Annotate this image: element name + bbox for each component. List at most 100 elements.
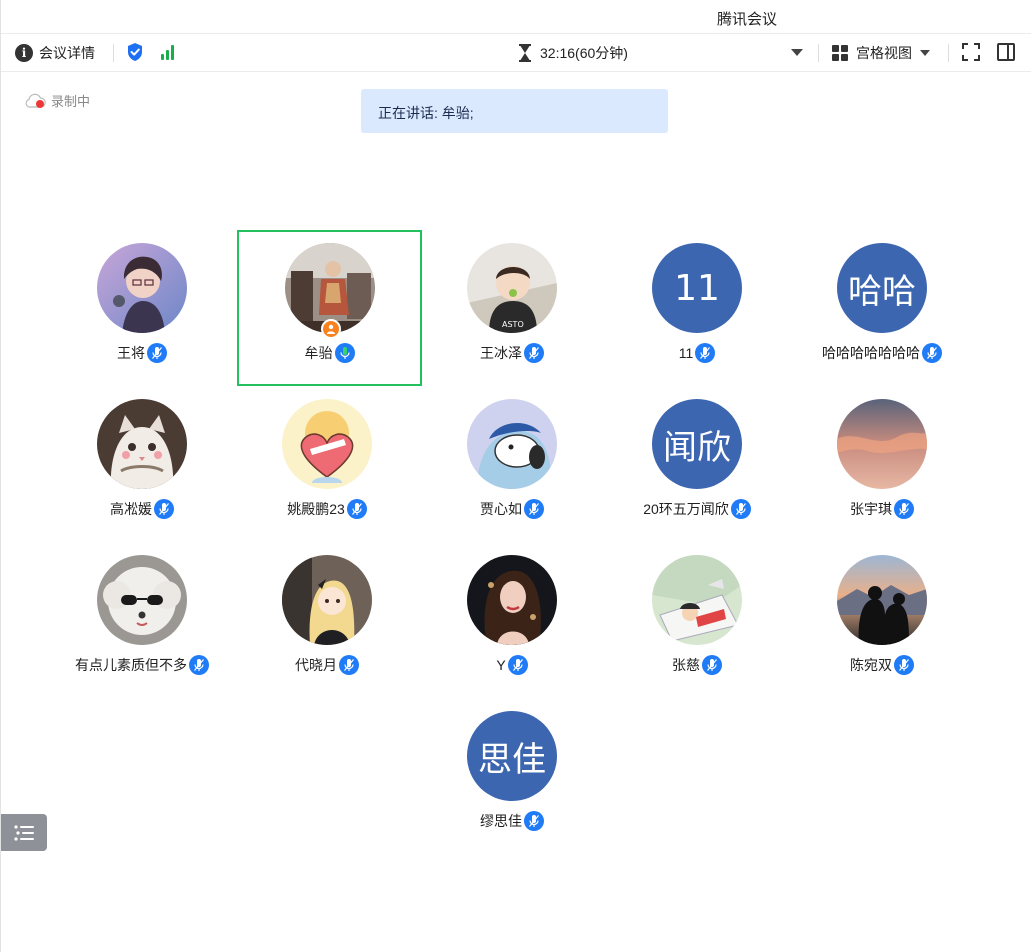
microphone-muted-icon[interactable]: [695, 343, 716, 363]
participant-tile[interactable]: 有点儿素质但不多: [52, 543, 232, 693]
participant-name: Y: [496, 657, 506, 673]
participant-avatar: [282, 555, 372, 645]
active-speaker-banner: 正在讲话: 牟骀;: [361, 89, 668, 133]
meeting-window: 腾讯会议 i 会议详情 32:16(60分钟) 宫格视图 录制中 正在讲话: 牟…: [0, 0, 1031, 952]
participant-name: 王将: [117, 345, 145, 361]
participant-name-row: 王将: [52, 343, 232, 363]
participant-tile[interactable]: 陈宛双: [792, 543, 972, 693]
participant-list-toggle-button[interactable]: [1, 814, 47, 851]
toolbar-divider: [818, 44, 819, 62]
active-speaker-text: 正在讲话: 牟骀;: [378, 105, 474, 121]
top-toolbar: i 会议详情 32:16(60分钟) 宫格视图: [1, 34, 1031, 72]
participant-tile[interactable]: 闻欣 20环五万闻欣: [607, 387, 787, 537]
participant-name: 牟骀: [304, 345, 333, 361]
grid-view-icon: [832, 45, 848, 61]
participant-tile[interactable]: 11 11: [607, 231, 787, 381]
toolbar-divider: [113, 44, 114, 62]
security-shield-icon[interactable]: [126, 42, 144, 62]
microphone-muted-icon[interactable]: [894, 655, 914, 675]
participant-avatar: [467, 399, 557, 489]
microphone-active-icon[interactable]: [334, 343, 355, 363]
participant-name-row: 20环五万闻欣: [607, 499, 787, 519]
window-title: 腾讯会议: [717, 11, 778, 28]
participant-tile[interactable]: 哈哈 哈哈哈哈哈哈哈: [792, 231, 972, 381]
cloud-record-icon: [25, 93, 47, 109]
participant-avatar: [467, 555, 557, 645]
microphone-muted-icon[interactable]: [147, 343, 167, 363]
participant-tile[interactable]: 思佳 缪思佳: [422, 699, 602, 849]
microphone-muted-icon[interactable]: [524, 343, 544, 363]
fullscreen-icon: [962, 43, 980, 61]
microphone-muted-icon[interactable]: [346, 499, 367, 519]
microphone-muted-icon[interactable]: [922, 343, 942, 363]
participant-name-row: 张宇琪: [792, 499, 972, 519]
participant-avatar-initials: 闻欣: [652, 399, 742, 489]
participant-name: 张宇琪: [850, 501, 892, 517]
recording-label: 录制中: [51, 94, 91, 109]
participant-tile[interactable]: 姚殿鹏23: [237, 387, 417, 537]
microphone-muted-icon[interactable]: [339, 655, 359, 675]
microphone-muted-icon[interactable]: [702, 655, 722, 675]
recording-indicator[interactable]: 录制中: [25, 91, 90, 110]
participant-avatar: [837, 399, 927, 489]
participant-tile[interactable]: 代晓月: [237, 543, 417, 693]
svg-text:ASTO: ASTO: [502, 320, 524, 329]
participant-avatar: [652, 555, 742, 645]
hourglass-icon: [519, 44, 531, 62]
microphone-muted-icon[interactable]: [524, 499, 544, 519]
participant-avatar-initials: 11: [652, 243, 742, 333]
participant-name: 陈宛双: [850, 657, 892, 673]
meeting-info-label: 会议详情: [39, 45, 95, 61]
participant-avatar-initials: 哈哈: [837, 243, 927, 333]
participant-name-row: 王冰泽: [422, 343, 602, 363]
microphone-muted-icon[interactable]: [507, 655, 528, 675]
view-mode-button[interactable]: 宫格视图: [832, 43, 930, 63]
microphone-muted-icon[interactable]: [189, 655, 209, 675]
microphone-muted-icon[interactable]: [154, 499, 174, 519]
view-mode-label: 宫格视图: [856, 45, 912, 61]
participant-name-row: 有点儿素质但不多: [52, 655, 232, 675]
host-badge-icon: [321, 319, 341, 339]
participant-avatar: [97, 243, 187, 333]
meeting-timer[interactable]: 32:16(60分钟): [518, 43, 628, 63]
participant-name: 张慈: [672, 657, 700, 673]
timer-dropdown-arrow-icon[interactable]: [791, 49, 803, 56]
participant-name: 20环五万闻欣: [643, 501, 729, 517]
participant-tile[interactable]: 贾心如: [422, 387, 602, 537]
participant-tile[interactable]: 张宇琪: [792, 387, 972, 537]
participant-name: 哈哈哈哈哈哈哈: [822, 345, 920, 361]
participant-name: 代晓月: [295, 657, 337, 673]
microphone-muted-icon[interactable]: [524, 811, 544, 831]
participant-name: 王冰泽: [480, 345, 522, 361]
participant-name-row: 牟骀: [239, 343, 420, 363]
microphone-muted-icon[interactable]: [730, 499, 751, 519]
participant-name: 缪思佳: [480, 813, 522, 829]
toolbar-divider: [948, 44, 949, 62]
participant-tile-active-speaker[interactable]: 牟骀: [237, 230, 422, 386]
participant-tile[interactable]: 王将: [52, 231, 232, 381]
participant-avatar: ASTO: [467, 243, 557, 333]
participant-tile[interactable]: 张慈: [607, 543, 787, 693]
participant-name-row: 贾心如: [422, 499, 602, 519]
meeting-info-button[interactable]: i 会议详情: [15, 43, 95, 63]
participant-avatar-initials: 思佳: [467, 711, 557, 801]
fullscreen-button[interactable]: [962, 43, 980, 61]
participant-tile[interactable]: 高凇媛: [52, 387, 232, 537]
participant-name-row: 张慈: [607, 655, 787, 675]
participant-tile[interactable]: ASTO 王冰泽: [422, 231, 602, 381]
participant-avatar: [97, 555, 187, 645]
participant-tile[interactable]: Y: [422, 543, 602, 693]
participant-name-row: 代晓月: [237, 655, 417, 675]
participant-name-row: 11: [607, 343, 787, 363]
participant-avatar: [837, 555, 927, 645]
participant-name-row: 哈哈哈哈哈哈哈: [792, 343, 972, 363]
chevron-down-icon: [920, 50, 930, 56]
side-panel-button[interactable]: [997, 43, 1015, 61]
participant-name-row: 高凇媛: [52, 499, 232, 519]
network-signal-icon[interactable]: [161, 44, 174, 60]
participant-name-row: Y: [422, 655, 602, 675]
microphone-muted-icon[interactable]: [894, 499, 914, 519]
timer-text: 32:16(60分钟): [540, 45, 628, 61]
side-panel-icon: [997, 43, 1015, 61]
participant-name: 姚殿鹏23: [287, 501, 345, 517]
